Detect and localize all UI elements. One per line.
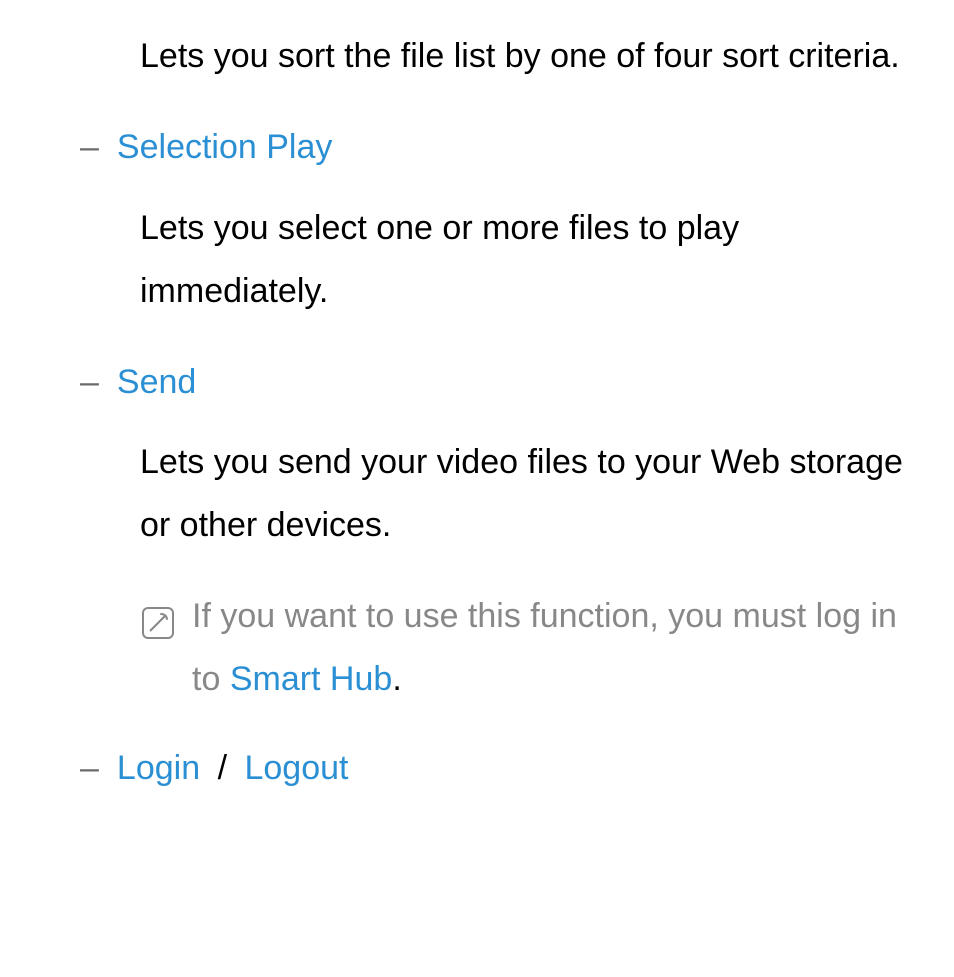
item-title-selection-play: Selection Play [117,116,332,179]
note-text: If you want to use this function, you mu… [192,585,914,711]
logout-label: Logout [244,749,348,787]
item-title-send: Send [117,351,196,414]
separator: / [218,749,227,787]
smart-hub-label: Smart Hub [230,660,393,698]
item-description-selection-play: Lets you select one or more files to pla… [140,197,914,323]
note-icon [140,599,176,662]
dash-icon: – [80,116,99,179]
list-item-selection-play: – Selection Play Lets you select one or … [80,116,914,323]
note-suffix: . [392,660,401,698]
list-item-header: – Selection Play [80,116,914,179]
dash-icon: – [80,351,99,414]
list-item-send: – Send Lets you send your video files to… [80,351,914,711]
intro-description: Lets you sort the file list by one of fo… [140,25,914,88]
list-item-header: – Send [80,351,914,414]
item-description-send: Lets you send your video files to your W… [140,431,914,557]
login-logout-group: Login / Logout [117,737,349,800]
login-label: Login [117,749,200,787]
list-item-login-logout: – Login / Logout [80,737,914,800]
note-send: If you want to use this function, you mu… [140,585,914,711]
list-item-header: – Login / Logout [80,737,914,800]
dash-icon: – [80,737,99,800]
